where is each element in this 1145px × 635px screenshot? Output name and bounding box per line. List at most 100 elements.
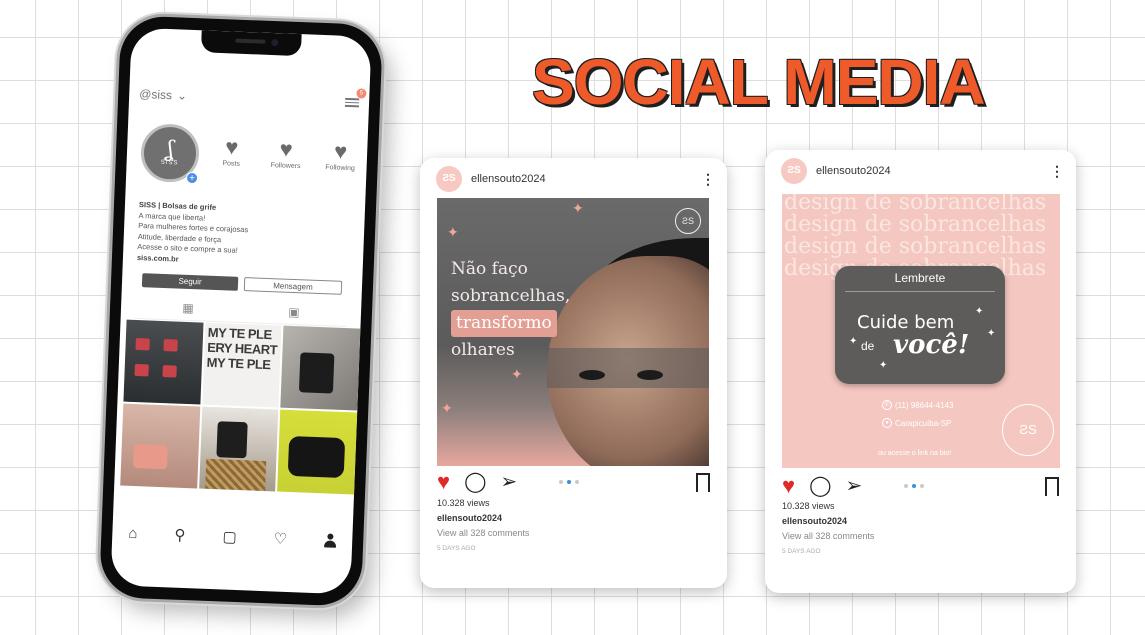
eye-shape [579,370,605,380]
view-comments-link[interactable]: View all 328 comments [437,526,529,541]
post-date: 5 DAYS AGO [782,548,821,555]
share-icon[interactable]: ➢ [845,476,862,496]
stat-label: Following [325,164,355,173]
contact-location: ● Carapicuíba-SP [882,418,951,428]
post-header: ƧS ellensouto2024 ⋮ [781,158,1064,184]
reminder-title: Lembrete [894,271,946,285]
sparkle-icon: ✦ [447,224,459,240]
share-icon[interactable]: ➢ [500,472,517,492]
sparkle-icon: ✦ [987,328,996,339]
eye-shape [637,370,663,380]
phone-number: (11) 98644-4143 [895,400,954,410]
post-card: ƧS ellensouto2024 ⋮ Não faço sobrancelha… [420,158,727,588]
menu-icon[interactable]: 5 [344,88,367,109]
sparkle-icon: ✦ [879,360,888,371]
post-meta: 10.328 views ellensouto2024 View all 328… [437,496,529,556]
page-title: SOCIAL MEDIA [532,46,986,118]
comment-icon[interactable]: ◯ [464,472,486,492]
headline-line: Não faço [451,259,528,279]
post-views: 10.328 views [782,501,835,511]
contact-phone: ✆ (11) 98644-4143 [882,400,954,410]
post-actions: ♥ ◯ ➢ [782,475,1059,497]
heart-icon: ♥ [224,134,239,160]
bottom-nav: ⌂ ⚲ ▢ ♡ [128,524,337,550]
post-header: ƧS ellensouto2024 ⋮ [436,166,715,192]
grid-photo[interactable] [280,325,361,411]
photo-grid: MY TE PLE ERY HEART MY TE PLE [120,319,361,495]
stat-followers[interactable]: ♥ Followers [263,136,309,171]
profile-handle: @siss [138,86,173,103]
comment-icon[interactable]: ◯ [809,476,831,496]
sparkle-icon: ✦ [441,400,453,416]
sparkle-icon: ✦ [849,336,858,347]
stat-following[interactable]: ♥ Following [317,138,363,173]
post-headline: Não faço sobrancelhas, transformo olhare… [451,256,570,364]
whatsapp-icon: ✆ [882,400,892,410]
post-author[interactable]: ellensouto2024 [782,514,874,529]
bookmark-icon[interactable] [1045,476,1059,497]
grid-photo[interactable] [198,406,279,492]
like-heart-icon[interactable]: ♥ [437,471,450,493]
profile-buttons: Seguir Mensagem [141,273,343,295]
sparkle-icon: ✦ [511,366,523,382]
reminder-card: Lembrete Cuide bem de você! ✦ ✦ ✦ ✦ [835,266,1005,384]
reels-icon[interactable]: ▢ [222,527,237,546]
carousel-dots [559,480,580,484]
location-text: Carapicuíba-SP [895,418,952,428]
headline-line: sobrancelhas, [451,286,571,306]
pattern-line: design de sobrancelhas [784,194,1047,215]
tagged-tab-icon[interactable]: ▣ [288,305,300,319]
grid-tab-icon[interactable]: ▦ [182,301,194,315]
profile-header: @siss ⌄ 5 [139,84,367,112]
post-username[interactable]: ellensouto2024 [816,165,891,177]
sparkle-icon: ✦ [975,306,984,317]
grid-photo[interactable] [120,403,200,489]
profile-stats: ♥ Posts ♥ Followers ♥ Following [209,134,364,173]
account-switcher[interactable]: @siss ⌄ [139,87,187,103]
brand-seal: ƧS [1002,404,1054,456]
post-author[interactable]: ellensouto2024 [437,511,529,526]
pattern-line: design de sobrancelhas [784,212,1047,237]
grid-photo[interactable]: MY TE PLE ERY HEART MY TE PLE [202,322,282,408]
message-button[interactable]: Mensagem [243,277,343,295]
carousel-dots [904,484,925,488]
grid-photo-text: MY TE PLE ERY HEART MY TE PLE [206,324,278,373]
post-meta: 10.328 views ellensouto2024 View all 328… [782,499,874,559]
more-options-icon[interactable]: ⋮ [701,172,715,186]
post-actions: ♥ ◯ ➢ [437,471,710,493]
brand-logo: ƧS [675,208,701,234]
heart-icon: ♥ [333,138,348,164]
add-story-icon[interactable]: + [185,171,199,185]
headline-highlight: transformo [451,310,557,337]
post-image[interactable]: design de sobrancelhas design de sobranc… [782,194,1060,468]
search-icon[interactable]: ⚲ [174,526,186,544]
stat-posts[interactable]: ♥ Posts [209,134,255,169]
phone-screen: @siss ⌄ 5 ʆ SISS + ♥ Posts ♥ Followers ♥ [110,27,372,595]
chevron-down-icon: ⌄ [176,88,188,103]
overlay-strip [547,348,709,388]
view-comments-link[interactable]: View all 328 comments [782,529,874,544]
heart-icon[interactable]: ♡ [273,529,287,548]
location-pin-icon: ● [882,418,892,428]
post-views: 10.328 views [437,498,490,508]
reminder-line: de [861,339,875,353]
avatar-name: SISS [160,159,179,167]
more-options-icon[interactable]: ⋮ [1050,164,1064,178]
reminder-line: você! [893,330,970,360]
home-icon[interactable]: ⌂ [128,524,138,541]
post-date: 5 DAYS AGO [437,545,476,552]
post-avatar[interactable]: ƧS [436,166,462,192]
grid-photo[interactable] [123,319,204,405]
like-heart-icon[interactable]: ♥ [782,475,795,497]
avatar-logo: ʆ [166,137,175,163]
profile-icon[interactable] [324,533,337,547]
phone-notch [200,30,302,57]
grid-photo[interactable] [277,409,358,495]
bookmark-icon[interactable] [696,472,710,493]
bio-link-cta: ou acesse o link na bio! [878,450,952,457]
follow-button[interactable]: Seguir [141,273,239,291]
stat-label: Posts [222,160,241,168]
post-image[interactable]: Não faço sobrancelhas, transformo olhare… [437,198,709,466]
post-username[interactable]: ellensouto2024 [471,173,546,185]
post-avatar[interactable]: ƧS [781,158,807,184]
